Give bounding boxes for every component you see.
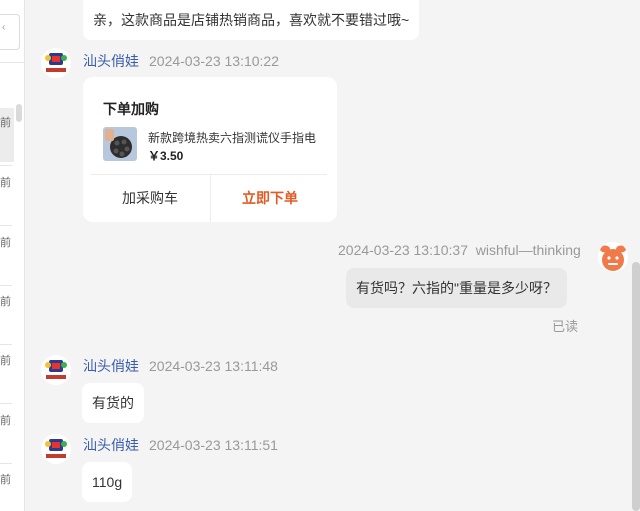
message-text: 有货的 — [92, 395, 134, 411]
message-bubble: 有货的 — [82, 383, 144, 423]
user-avatar[interactable] — [598, 242, 628, 272]
product-thumbnail[interactable] — [103, 127, 137, 161]
session-time: 前 — [0, 355, 11, 367]
session-list-panel: ‹ 前 前 前 前 前 前 前 — [0, 0, 25, 511]
order-card: 下单加购 新款跨境热卖六指测谎仪手指电 ￥3.50 加采购车 立即下单 — [83, 77, 337, 222]
shop-avatar[interactable] — [41, 48, 71, 78]
session-time: 前 — [0, 415, 11, 427]
sender-name[interactable]: 汕头俏娃 — [83, 53, 139, 69]
session-time: 前 — [0, 474, 11, 486]
session-list-scrollbar[interactable] — [16, 104, 22, 122]
session-time: 前 — [0, 296, 11, 308]
message-time: 2024-03-23 13:11:48 — [149, 358, 278, 374]
read-status: 已读 — [552, 319, 579, 334]
message-meta: 汕头俏娃 2024-03-23 13:11:48 — [83, 356, 278, 376]
chat-scrollbar[interactable] — [632, 262, 640, 511]
product-price: ￥3.50 — [148, 149, 184, 163]
sender-name[interactable]: 汕头俏娃 — [83, 437, 139, 453]
session-item[interactable]: 前 — [0, 168, 14, 226]
message-text: 有货吗？六指的"重量是多少呀？ — [356, 280, 557, 296]
message-meta: 汕头俏娃 2024-03-23 13:10:22 — [83, 51, 279, 71]
message-bubble: 有货吗？六指的"重量是多少呀？ — [346, 268, 567, 308]
session-item[interactable]: 前 — [0, 406, 14, 464]
session-time: 前 — [0, 117, 11, 129]
message-time: 2024-03-23 13:10:22 — [149, 53, 279, 69]
shop-avatar[interactable] — [41, 355, 71, 385]
session-item[interactable]: 前 — [0, 465, 14, 511]
session-time: 前 — [0, 177, 11, 189]
session-item[interactable]: 前 — [0, 108, 14, 166]
card-title: 下单加购 — [103, 101, 159, 117]
message-time: 2024-03-23 13:11:51 — [149, 437, 278, 453]
session-item[interactable]: 前 — [0, 346, 14, 404]
session-item[interactable]: 前 — [0, 287, 14, 345]
sender-name[interactable]: 汕头俏娃 — [83, 358, 139, 374]
message-text: 亲，这款商品是店铺热销商品，喜欢就不要错过哦~ — [93, 12, 410, 28]
message-bubble: 亲，这款商品是店铺热销商品，喜欢就不要错过哦~ — [83, 0, 420, 40]
message-bubble: 110g — [82, 462, 133, 502]
add-to-cart-button[interactable]: 加采购车 — [87, 175, 213, 221]
sender-name: wishful—thinking — [475, 242, 581, 258]
chevron-left-icon: ‹ — [2, 22, 6, 33]
session-time: 前 — [0, 237, 11, 249]
product-name[interactable]: 新款跨境热卖六指测谎仪手指电 — [148, 129, 316, 146]
message-meta: 汕头俏娃 2024-03-23 13:11:51 — [83, 435, 278, 455]
place-order-button[interactable]: 立即下单 — [207, 175, 333, 221]
message-text: 110g — [92, 474, 123, 490]
divider — [0, 62, 24, 63]
message-meta: 2024-03-23 13:10:37 wishful—thinking — [338, 242, 581, 258]
session-item[interactable]: 前 — [0, 228, 14, 286]
message-time: 2024-03-23 13:10:37 — [338, 242, 468, 258]
shop-avatar[interactable] — [41, 434, 71, 464]
